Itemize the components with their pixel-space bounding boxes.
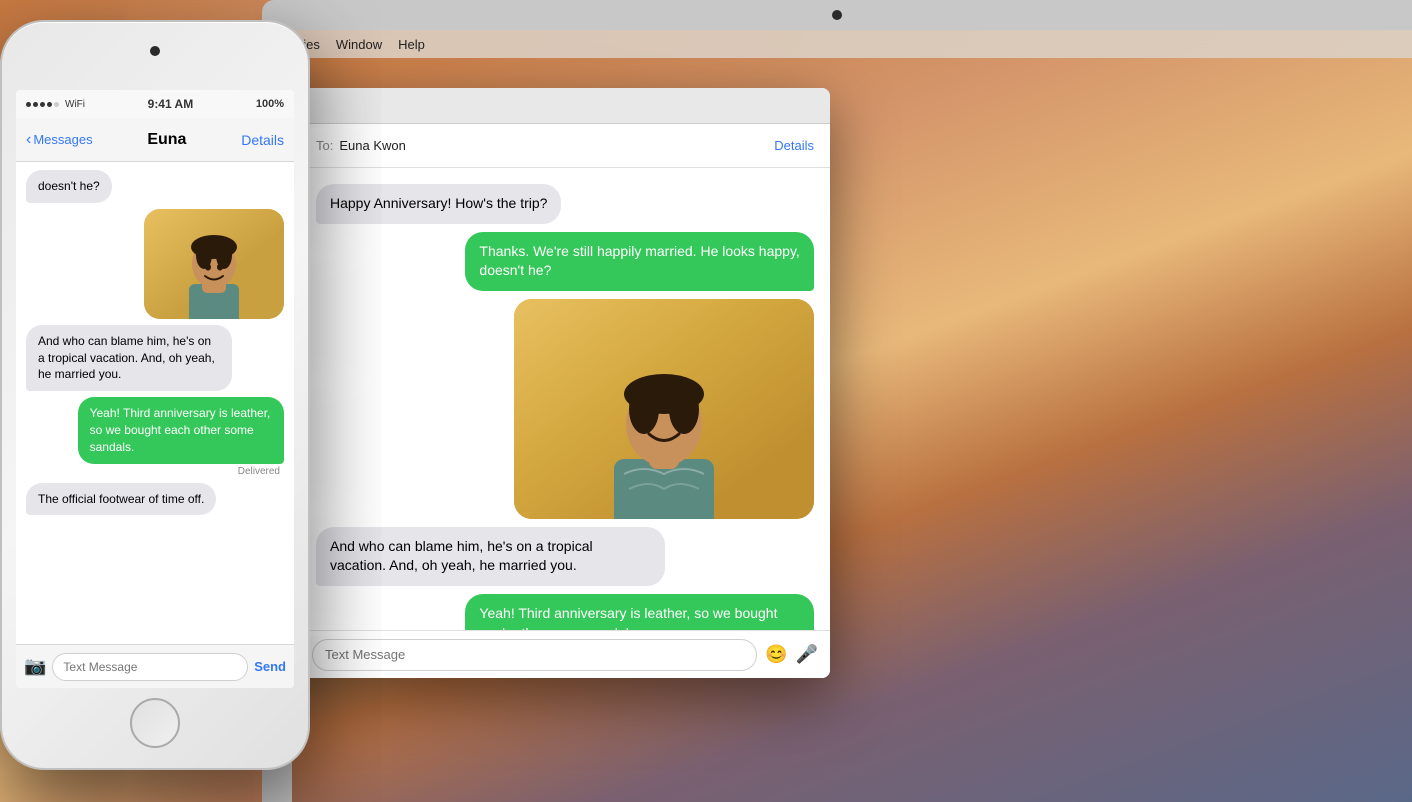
message-row-2: Thanks. We're still happily married. He … xyxy=(316,232,814,291)
iphone-msg-row-1: doesn't he? xyxy=(26,170,284,203)
message-bubble-1: Happy Anniversary! How's the trip? xyxy=(316,184,561,224)
iphone: WiFi 9:41 AM 100% ‹ Messages Euna Detail… xyxy=(0,20,310,770)
chat-input-area: 😊 🎤 xyxy=(300,630,830,678)
iphone-details-button[interactable]: Details xyxy=(241,132,284,148)
message-bubble-3: And who can blame him, he's on a tropica… xyxy=(316,527,665,586)
signal-dots xyxy=(26,102,59,107)
iphone-bubble-3: And who can blame him, he's on a tropica… xyxy=(26,325,232,391)
iphone-send-button[interactable]: Send xyxy=(254,659,286,674)
iphone-input-bar: 📷 Send xyxy=(16,644,294,688)
photo-image xyxy=(514,299,814,519)
iphone-input-field[interactable] xyxy=(52,653,248,681)
chat-input-field[interactable] xyxy=(312,639,757,671)
chat-area: To: Euna Kwon Details Happy Anniversary!… xyxy=(300,124,830,678)
message-bubble-2: Thanks. We're still happily married. He … xyxy=(465,232,814,291)
message-row-photo xyxy=(316,299,814,519)
iphone-nav-title: Euna xyxy=(93,131,242,149)
iphone-messages: doesn't he? xyxy=(16,162,294,644)
iphone-msg-row-5: The official footwear of time off. xyxy=(26,483,284,516)
chat-header: To: Euna Kwon Details xyxy=(300,124,830,168)
iphone-body: WiFi 9:41 AM 100% ‹ Messages Euna Detail… xyxy=(0,20,310,770)
iphone-msg-row-photo xyxy=(26,209,284,319)
iphone-bubble-1: doesn't he? xyxy=(26,170,112,203)
iphone-screen: WiFi 9:41 AM 100% ‹ Messages Euna Detail… xyxy=(16,90,294,688)
battery-status: 100% xyxy=(256,98,284,110)
iphone-photo-bubble xyxy=(144,209,284,319)
iphone-delivered-label: Delivered xyxy=(238,466,284,477)
message-bubble-4: Yeah! Third anniversary is leather, so w… xyxy=(465,594,814,630)
iphone-statusbar: WiFi 9:41 AM 100% xyxy=(16,90,294,118)
audio-icon[interactable]: 🎤 xyxy=(796,644,818,665)
emoji-icon[interactable]: 😊 xyxy=(765,644,787,665)
message-row-4: Yeah! Third anniversary is leather, so w… xyxy=(316,594,814,630)
chat-recipient: Euna Kwon xyxy=(339,138,406,153)
iphone-msg-row-3: And who can blame him, he's on a tropica… xyxy=(26,325,284,391)
iphone-msg-row-4: Yeah! Third anniversary is leather, so w… xyxy=(26,397,284,476)
chat-messages: Happy Anniversary! How's the trip? Thank… xyxy=(300,168,830,630)
menubar-window[interactable]: Window xyxy=(336,37,382,52)
message-row-3: And who can blame him, he's on a tropica… xyxy=(316,527,814,586)
iphone-back-button[interactable]: ‹ Messages xyxy=(26,131,93,149)
iphone-camera-icon[interactable]: 📷 xyxy=(24,656,46,677)
iphone-bubble-4: Yeah! Third anniversary is leather, so w… xyxy=(78,397,284,463)
chat-details-button[interactable]: Details xyxy=(774,138,814,153)
iphone-camera xyxy=(150,46,160,56)
iphone-home-button[interactable] xyxy=(130,698,180,748)
iphone-time: 9:41 AM xyxy=(85,97,256,111)
menubar-help[interactable]: Help xyxy=(398,37,425,52)
photo-bubble xyxy=(514,299,814,519)
mac-camera xyxy=(832,10,842,20)
iphone-bubble-5: The official footwear of time off. xyxy=(26,483,216,516)
iphone-navbar: ‹ Messages Euna Details xyxy=(16,118,294,162)
wifi-icon: WiFi xyxy=(65,99,85,110)
chat-to-label: To: xyxy=(316,138,333,153)
message-row-1: Happy Anniversary! How's the trip? xyxy=(316,184,814,224)
